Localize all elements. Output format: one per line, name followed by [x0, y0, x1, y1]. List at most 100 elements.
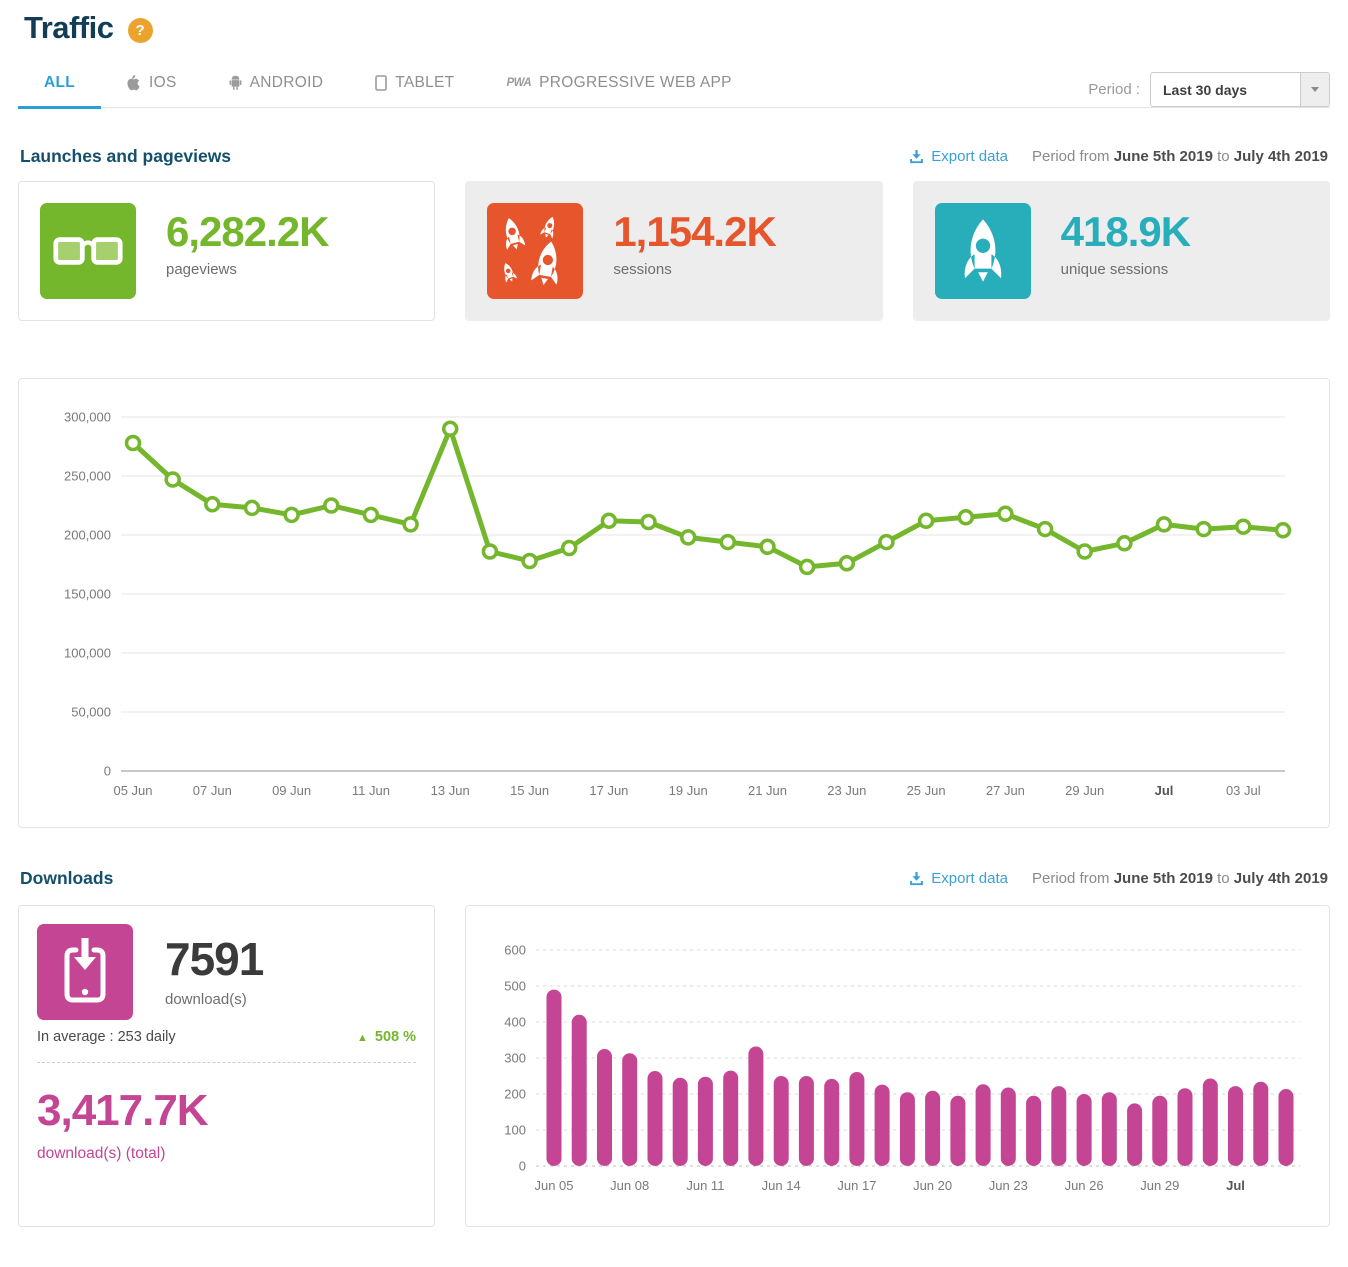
tab-all-label: ALL [44, 74, 75, 92]
tab-ios-label: IOS [149, 74, 177, 92]
svg-text:150,000: 150,000 [64, 587, 111, 602]
svg-text:Jun 29: Jun 29 [1140, 1178, 1179, 1193]
downloads-value: 7591 [165, 936, 263, 982]
pageviews-label: pageviews [166, 261, 328, 278]
svg-text:05 Jun: 05 Jun [113, 783, 152, 798]
launches-section-header: Launches and pageviews Export data Perio… [18, 146, 1330, 167]
downloads-bar-chart-card: 6005004003002001000Jun 05Jun 08Jun 11Jun… [465, 905, 1330, 1227]
svg-text:19 Jun: 19 Jun [669, 783, 708, 798]
download-icon [909, 149, 924, 164]
rockets-icon [487, 203, 583, 299]
svg-text:Jun 26: Jun 26 [1065, 1178, 1104, 1193]
launches-export-button[interactable]: Export data [909, 148, 1008, 165]
unique-sessions-value: 418.9K [1061, 211, 1190, 253]
tab-android-label: ANDROID [250, 74, 324, 92]
svg-text:15 Jun: 15 Jun [510, 783, 549, 798]
launches-section-title: Launches and pageviews [20, 146, 231, 167]
svg-text:300,000: 300,000 [64, 410, 111, 425]
svg-text:25 Jun: 25 Jun [907, 783, 946, 798]
tab-tablet-label: TABLET [395, 74, 454, 92]
download-icon [909, 871, 924, 886]
period-selector: Period : Last 30 days [1088, 72, 1330, 107]
period-dropdown-value: Last 30 days [1151, 82, 1300, 98]
svg-text:Jun 23: Jun 23 [989, 1178, 1028, 1193]
pwa-icon: PWA [506, 77, 531, 89]
svg-text:Jun 17: Jun 17 [837, 1178, 876, 1193]
svg-text:500: 500 [504, 979, 526, 994]
svg-text:11 Jun: 11 Jun [352, 783, 390, 798]
period-label: Period : [1088, 81, 1140, 98]
downloads-period-text: Period from June 5th 2019 to July 4th 20… [1032, 870, 1328, 887]
page-header: Traffic ? [24, 10, 1330, 46]
tab-pwa[interactable]: PWA PROGRESSIVE WEB APP [480, 62, 757, 107]
svg-text:250,000: 250,000 [64, 469, 111, 484]
svg-text:Jun 11: Jun 11 [686, 1178, 724, 1193]
phone-download-icon [37, 924, 133, 1020]
apple-icon [127, 75, 141, 92]
stat-card-unique-sessions[interactable]: 418.9K unique sessions [913, 181, 1330, 321]
downloads-total-label: download(s) (total) [37, 1145, 416, 1163]
launches-export-label: Export data [931, 148, 1008, 165]
svg-text:21 Jun: 21 Jun [748, 783, 787, 798]
downloads-average: In average : 253 daily [37, 1029, 176, 1045]
svg-text:300: 300 [504, 1051, 526, 1066]
launches-line-chart-card: 300,000 250,000 200,000 150,000 100,000 50,00… [18, 378, 1330, 828]
downloads-total-value: 3,417.7K [37, 1089, 416, 1133]
traffic-page: Traffic ? Period : Last 30 days ALL IOS [0, 10, 1348, 1227]
trend-up-icon: ▲ [357, 1032, 368, 1044]
stat-card-pageviews[interactable]: 6,282.2K pageviews [18, 181, 435, 321]
sessions-label: sessions [613, 261, 775, 278]
sessions-value: 1,154.2K [613, 211, 775, 253]
chevron-down-icon[interactable] [1300, 73, 1329, 106]
divider [37, 1062, 416, 1063]
svg-text:Jun 20: Jun 20 [913, 1178, 952, 1193]
svg-text:50,000: 50,000 [71, 705, 111, 720]
downloads-section-title: Downloads [20, 868, 113, 889]
downloads-section-header: Downloads Export data Period from June 5… [18, 868, 1330, 889]
tab-android[interactable]: ANDROID [203, 62, 350, 107]
period-dropdown[interactable]: Last 30 days [1150, 72, 1330, 107]
downloads-export-button[interactable]: Export data [909, 870, 1008, 887]
rocket-icon [935, 203, 1031, 299]
svg-text:07 Jun: 07 Jun [193, 783, 232, 798]
svg-text:0: 0 [104, 764, 111, 779]
downloads-bar-chart: 6005004003002001000Jun 05Jun 08Jun 11Jun… [478, 922, 1329, 1219]
svg-text:600: 600 [504, 943, 526, 958]
tablet-icon [375, 75, 387, 91]
svg-text:27 Jun: 27 Jun [986, 783, 1025, 798]
svg-text:29 Jun: 29 Jun [1065, 783, 1104, 798]
svg-text:100,000: 100,000 [64, 646, 111, 661]
svg-text:09 Jun: 09 Jun [272, 783, 311, 798]
svg-text:03 Jul: 03 Jul [1226, 783, 1261, 798]
downloads-trend: ▲ 508 % [357, 1029, 416, 1045]
svg-text:Jun 08: Jun 08 [610, 1178, 649, 1193]
glasses-icon [40, 203, 136, 299]
svg-text:0: 0 [519, 1159, 526, 1174]
downloads-summary-card: 7591 download(s) In average : 253 daily … [18, 905, 435, 1227]
stat-cards: 6,282.2K pageviews 1,154.2K sessions [18, 181, 1330, 321]
page-title: Traffic [24, 10, 114, 46]
tab-all[interactable]: ALL [18, 62, 101, 107]
tab-pwa-label: PROGRESSIVE WEB APP [539, 74, 732, 92]
tab-tablet[interactable]: TABLET [349, 62, 480, 107]
svg-text:13 Jun: 13 Jun [431, 783, 470, 798]
downloads-content: 7591 download(s) In average : 253 daily … [18, 905, 1330, 1227]
svg-text:Jul: Jul [1226, 1178, 1245, 1193]
launches-period-text: Period from June 5th 2019 to July 4th 20… [1032, 148, 1328, 165]
launches-line-chart: 300,000 250,000 200,000 150,000 100,000 50,00… [33, 385, 1329, 828]
svg-text:200: 200 [504, 1087, 526, 1102]
svg-text:Jul: Jul [1155, 783, 1174, 798]
svg-text:200,000: 200,000 [64, 528, 111, 543]
svg-text:Jun 05: Jun 05 [534, 1178, 573, 1193]
svg-text:400: 400 [504, 1015, 526, 1030]
pageviews-value: 6,282.2K [166, 211, 328, 253]
tab-ios[interactable]: IOS [101, 62, 203, 107]
help-icon[interactable]: ? [128, 18, 153, 43]
android-icon [229, 75, 242, 91]
svg-text:23 Jun: 23 Jun [827, 783, 866, 798]
svg-text:17 Jun: 17 Jun [589, 783, 628, 798]
svg-text:Jun 14: Jun 14 [762, 1178, 801, 1193]
downloads-unit: download(s) [165, 991, 263, 1008]
stat-card-sessions[interactable]: 1,154.2K sessions [465, 181, 882, 321]
unique-sessions-label: unique sessions [1061, 261, 1190, 278]
